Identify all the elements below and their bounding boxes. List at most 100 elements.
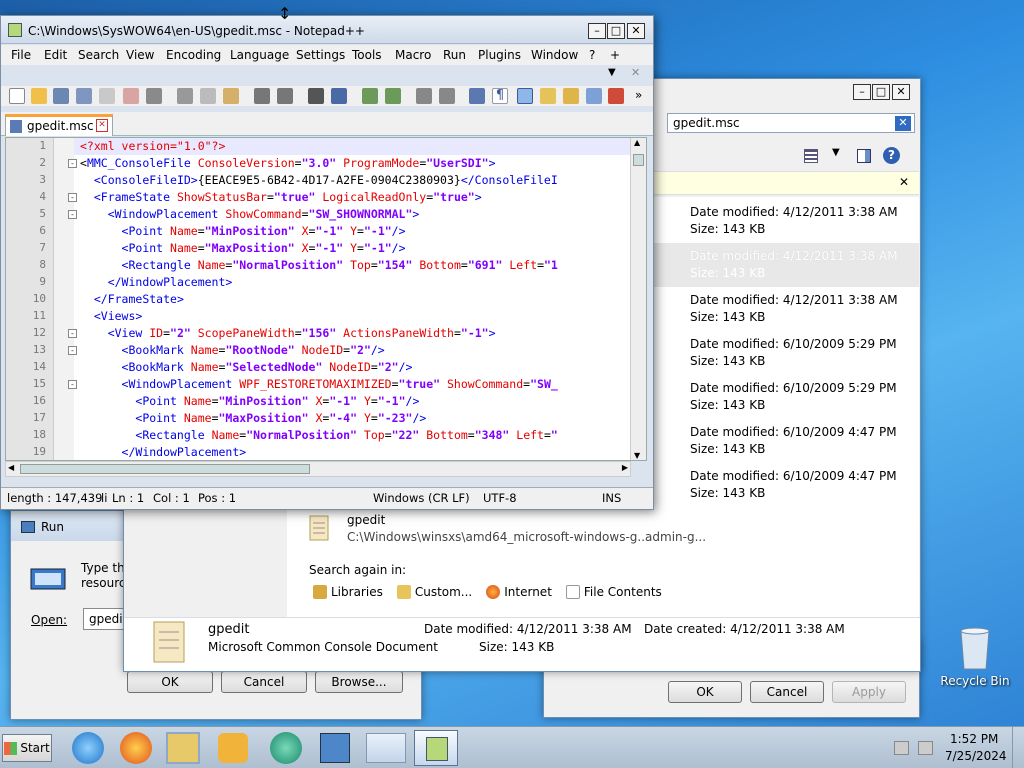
code-editor[interactable]: 1 <?xml version="1.0"?> 2- <MMC_ConsoleFile…	[5, 137, 647, 461]
tray-network-icon[interactable]	[894, 741, 909, 755]
notepad-titlebar[interactable]: C:\Windows\SysWOW64\en-US\gpedit.msc - N…	[1, 16, 653, 44]
infobar-close-icon[interactable]: ✕	[899, 175, 909, 189]
fold-toggle-icon[interactable]: -	[68, 380, 77, 389]
run-cancel-button[interactable]: Cancel	[221, 671, 307, 693]
function-list-icon[interactable]	[586, 88, 602, 104]
scroll-right-icon[interactable]: ▶	[622, 463, 628, 472]
indent-guide-icon[interactable]	[517, 88, 533, 104]
taskbar-firefox[interactable]	[120, 732, 152, 764]
vscroll-thumb[interactable]	[633, 154, 644, 166]
clock-time[interactable]: 1:52 PM	[950, 732, 998, 746]
find-icon[interactable]	[308, 88, 324, 104]
udl-icon[interactable]	[540, 88, 556, 104]
line-number: 7	[39, 241, 46, 254]
libraries-link[interactable]: Libraries	[313, 585, 383, 599]
menu-view[interactable]: View	[126, 48, 154, 62]
doc-map-icon[interactable]	[563, 88, 579, 104]
editor-horizontal-scrollbar[interactable]: ◀ ▶	[5, 461, 631, 477]
taskbar-chat-app[interactable]	[270, 732, 302, 764]
paste-icon[interactable]	[223, 88, 239, 104]
menu-encoding[interactable]: Encoding	[166, 48, 221, 62]
copy-icon[interactable]	[200, 88, 216, 104]
tab-close-icon[interactable]: ✕	[96, 119, 108, 132]
taskbar-media-player[interactable]	[218, 733, 248, 763]
folder-workspace-icon[interactable]	[608, 88, 624, 104]
run-browse-button[interactable]: Browse...	[315, 671, 403, 693]
clock-date[interactable]: 7/25/2024	[945, 749, 1007, 763]
print-icon[interactable]	[146, 88, 162, 104]
close-document-icon[interactable]: ✕	[631, 66, 640, 79]
editor-vertical-scrollbar[interactable]: ▲ ▼	[630, 138, 646, 460]
fold-toggle-icon[interactable]: -	[68, 193, 77, 202]
zoom-in-icon[interactable]	[362, 88, 378, 104]
search-maximize-button[interactable]: □	[872, 84, 890, 100]
search-minimize-button[interactable]: –	[853, 84, 871, 100]
custom-link[interactable]: Custom...	[396, 585, 472, 599]
search-close-button[interactable]: ✕	[892, 84, 910, 100]
view-options-icon[interactable]	[804, 149, 818, 163]
notepad-close-button[interactable]: ✕	[627, 23, 645, 39]
toolbar-overflow-icon[interactable]: »	[635, 88, 642, 102]
menu-tools[interactable]: Tools	[352, 48, 382, 62]
menu-help[interactable]: ?	[589, 48, 595, 62]
close-icon[interactable]	[99, 88, 115, 104]
search-clear-icon[interactable]: ✕	[895, 116, 911, 131]
search-input[interactable]: gpedit.msc	[667, 113, 915, 133]
scroll-up-icon[interactable]: ▲	[634, 138, 640, 147]
cut-icon[interactable]	[177, 88, 193, 104]
hscroll-thumb[interactable]	[20, 464, 310, 474]
taskbar-remote-desktop[interactable]	[320, 733, 350, 763]
menu-plus[interactable]: +	[610, 48, 620, 62]
show-all-chars-icon[interactable]: ¶	[492, 88, 508, 104]
menu-edit[interactable]: Edit	[44, 48, 67, 62]
props-ok-button[interactable]: OK	[668, 681, 742, 703]
notepad-maximize-button[interactable]: □	[607, 23, 625, 39]
menu-macro[interactable]: Macro	[395, 48, 431, 62]
redo-icon[interactable]	[277, 88, 293, 104]
preview-pane-icon[interactable]	[857, 149, 871, 163]
menu-search[interactable]: Search	[78, 48, 119, 62]
save-icon[interactable]	[53, 88, 69, 104]
show-desktop-button[interactable]	[1012, 727, 1024, 768]
notepad-minimize-button[interactable]: –	[588, 23, 606, 39]
tab-gpedit[interactable]: gpedit.msc ✕	[5, 114, 113, 136]
scroll-left-icon[interactable]: ◀	[8, 463, 14, 472]
internet-link[interactable]: Internet	[486, 585, 552, 599]
run-ok-button[interactable]: OK	[127, 671, 213, 693]
taskbar-run[interactable]	[366, 733, 406, 763]
taskbar-explorer[interactable]	[166, 732, 200, 764]
close-all-icon[interactable]	[123, 88, 139, 104]
menu-plugins[interactable]: Plugins	[478, 48, 521, 62]
last-result[interactable]: gpedit C:\Windows\winsxs\amd64_microsoft…	[287, 507, 919, 549]
menu-file[interactable]: File	[11, 48, 31, 62]
view-dropdown-icon[interactable]: ▼	[832, 147, 840, 158]
menu-language[interactable]: Language	[230, 48, 289, 62]
props-cancel-button[interactable]: Cancel	[750, 681, 824, 703]
replace-icon[interactable]	[331, 88, 347, 104]
menu-run[interactable]: Run	[443, 48, 466, 62]
file-contents-link[interactable]: File Contents	[565, 585, 662, 599]
sync-h-icon[interactable]	[439, 88, 455, 104]
taskbar-notepadpp[interactable]	[414, 730, 458, 766]
menu-window[interactable]: Window	[531, 48, 578, 62]
zoom-out-icon[interactable]	[385, 88, 401, 104]
new-file-icon[interactable]	[9, 88, 25, 104]
fold-toggle-icon[interactable]: -	[68, 329, 77, 338]
undo-icon[interactable]	[254, 88, 270, 104]
save-all-icon[interactable]	[76, 88, 92, 104]
fold-toggle-icon[interactable]: -	[68, 210, 77, 219]
props-apply-button[interactable]: Apply	[832, 681, 906, 703]
start-button[interactable]: Start	[2, 734, 52, 762]
menu-settings[interactable]: Settings	[296, 48, 345, 62]
scroll-down-icon[interactable]: ▼	[634, 451, 640, 460]
sync-v-icon[interactable]	[416, 88, 432, 104]
open-file-icon[interactable]	[31, 88, 47, 104]
taskbar-ie[interactable]	[72, 732, 104, 764]
tray-volume-icon[interactable]	[918, 741, 933, 755]
word-wrap-icon[interactable]	[469, 88, 485, 104]
recycle-bin-desktop-icon[interactable]: Recycle Bin	[940, 625, 1010, 688]
fold-toggle-icon[interactable]: -	[68, 159, 77, 168]
fold-toggle-icon[interactable]: -	[68, 346, 77, 355]
help-icon[interactable]: ?	[883, 147, 900, 164]
menu-overflow-icon[interactable]: ▼	[608, 67, 616, 78]
